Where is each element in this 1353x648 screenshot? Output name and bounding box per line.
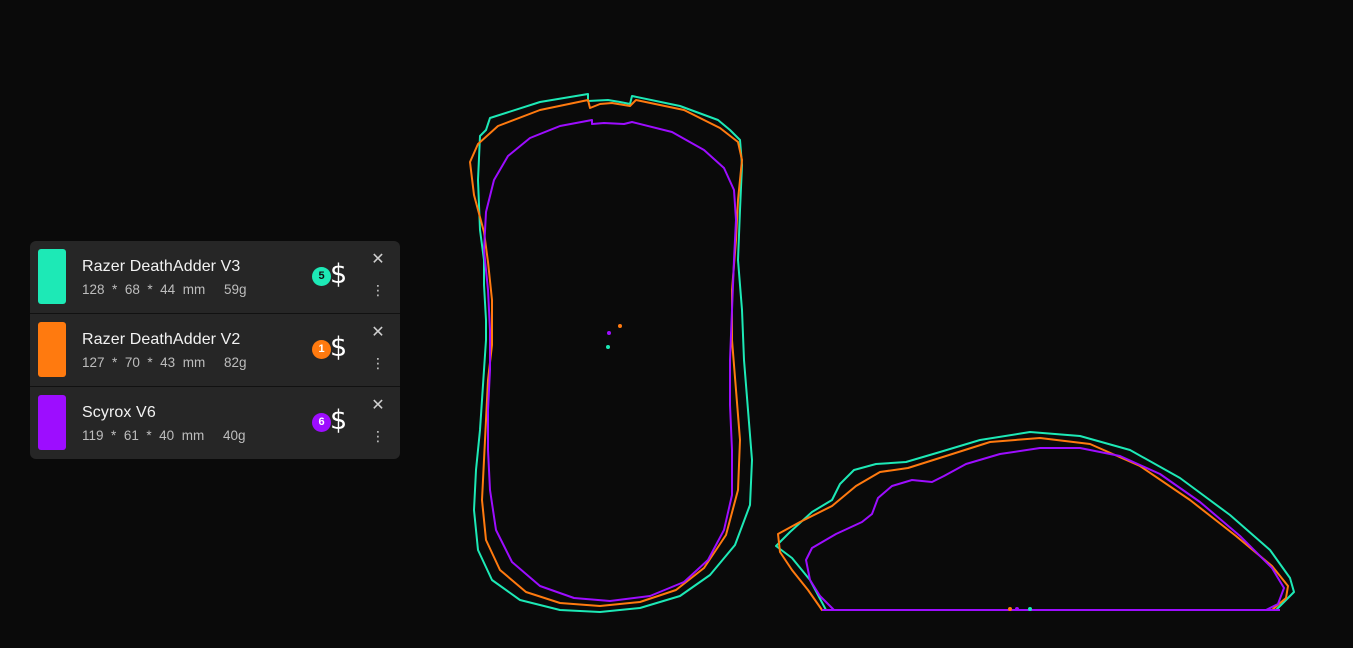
top-centroid-v3 (606, 345, 610, 349)
top-outline-v2 (469, 99, 743, 607)
side-outline-v2 (777, 437, 1289, 611)
centroid-markers (606, 324, 1032, 611)
side-centroid-v6 (1015, 607, 1019, 611)
top-centroid-v2 (618, 324, 622, 328)
side-centroid-v3 (1028, 607, 1032, 611)
side-centroid-v2 (1008, 607, 1012, 611)
top-centroid-v6 (607, 331, 611, 335)
top-outline-v6 (483, 119, 737, 602)
top-outline-v3 (473, 93, 753, 613)
comparison-stage: Razer DeathAdder V3 128 * 68 * 44 mm 59g… (0, 0, 1353, 648)
shape-overlay (469, 93, 1295, 613)
